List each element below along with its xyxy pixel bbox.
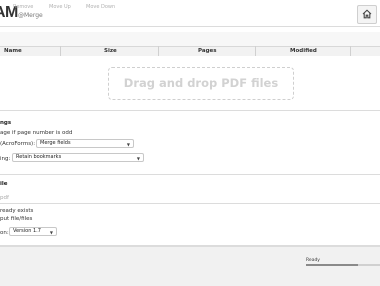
bookmarks-label: ing: [0,156,11,162]
output-panel [0,175,380,246]
column-separator [350,46,351,56]
pdf-version-value: Version 1.7 [13,228,41,234]
remove-button[interactable]: Remove [13,4,33,10]
progress-bar-fill [306,264,358,266]
column-separator [255,46,256,56]
dropzone-text: Drag and drop PDF files here [123,76,279,123]
move-up-button[interactable]: Move Up [49,4,71,10]
column-separator [60,46,61,56]
destination-field-border [0,203,380,204]
column-name[interactable]: Name [4,47,22,55]
acroforms-select[interactable]: Merge fields ▼ [36,139,134,148]
home-button[interactable] [357,5,377,24]
pdf-version-select[interactable]: Version 1.7 ▼ [9,227,57,236]
column-size[interactable]: Size [104,47,117,55]
chevron-down-icon: ▼ [126,142,130,147]
bookmarks-select[interactable]: Retain bookmarks ▼ [12,153,144,162]
blank-page-option[interactable]: age if page number is odd [0,130,72,136]
overwrite-option[interactable]: ready exists [0,208,33,214]
destination-input[interactable]: pdf [0,195,9,201]
settings-title: ngs [0,120,12,126]
file-toolbar [0,32,380,46]
column-modified[interactable]: Modified [290,47,317,55]
acroforms-label: (AcroForms): [0,141,36,147]
status-text: Ready [306,258,320,263]
move-down-button[interactable]: Move Down [86,4,115,10]
chevron-down-icon: ▼ [49,230,53,235]
progress-bar [306,264,380,266]
chevron-down-icon: ▼ [136,156,140,161]
app-subtitle: @Merge [18,12,43,19]
home-icon [362,9,372,19]
column-separator [158,46,159,56]
column-pages[interactable]: Pages [198,47,217,55]
compress-option[interactable]: put file/files [0,216,32,222]
output-title: ile [0,181,8,187]
status-bar [0,246,380,286]
bookmarks-value: Retain bookmarks [16,154,62,160]
acroforms-value: Merge fields [40,140,71,146]
version-label: on: [0,230,9,236]
